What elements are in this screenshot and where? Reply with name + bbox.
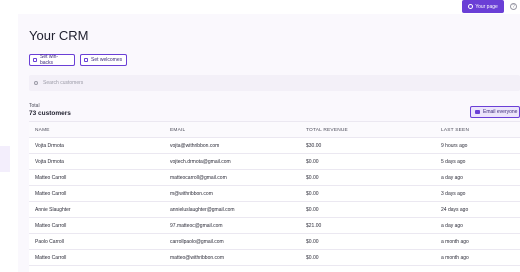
table-row[interactable]: Matteo Carroll 97.matteoc@gmail.com $21.…	[29, 218, 520, 234]
customer-name: Vojta Drmota	[35, 159, 64, 165]
customer-last-seen: a day ago	[441, 175, 463, 181]
customer-email: matteo@withribbon.com	[170, 255, 224, 261]
customer-revenue: $0.00	[306, 159, 319, 165]
customer-last-seen: a month ago	[441, 255, 469, 261]
customers-table: NAME EMAIL TOTAL REVENUE LAST SEEN Vojta…	[29, 121, 520, 272]
customer-email: vojtech.drmota@gmail.com	[170, 159, 231, 165]
table-row[interactable]: Matteo Carroll matteo@withribbon.com $0.…	[29, 250, 520, 266]
customer-last-seen: 3 days ago	[441, 191, 466, 197]
customer-revenue: $0.00	[306, 191, 319, 197]
customer-revenue: $21.00	[306, 223, 322, 229]
page-title: Your CRM	[29, 28, 89, 43]
your-page-label: Your page	[475, 3, 498, 10]
table-row[interactable]: Annie Slaughter annieluslaughter@gmail.c…	[29, 202, 520, 218]
email-everyone-button[interactable]: Email everyone	[470, 106, 520, 118]
welcomes-icon	[84, 58, 88, 62]
customer-last-seen: 24 days ago	[441, 207, 469, 213]
help-icon[interactable]: ?	[510, 3, 517, 10]
globe-icon	[468, 4, 474, 9]
customer-revenue: $0.00	[306, 255, 319, 261]
search-box	[29, 75, 520, 91]
winbacks-icon	[33, 58, 37, 62]
set-winbacks-button[interactable]: Set win-backs	[29, 54, 75, 66]
table-row[interactable]: Matteo Carroll m@withribbon.com $0.00 3 …	[29, 186, 520, 202]
your-page-button[interactable]: Your page	[462, 0, 504, 13]
table-row[interactable]: Vojta Drmota vojta@withribbon.com $30.00…	[29, 138, 520, 154]
customer-name: Matteo Carroll	[35, 175, 67, 181]
email-everyone-label: Email everyone	[483, 109, 518, 115]
header-last-seen[interactable]: LAST SEEN	[441, 122, 469, 138]
customer-revenue: $0.00	[306, 207, 319, 213]
search-icon	[34, 81, 38, 85]
set-winbacks-label: Set win-backs	[40, 54, 59, 66]
customer-email: vojta@withribbon.com	[170, 143, 220, 149]
customer-name: Matteo Carroll	[35, 223, 67, 229]
customer-email: 97.matteoc@gmail.com	[170, 223, 223, 229]
customer-name: Matteo Carroll	[35, 255, 67, 261]
table-header: NAME EMAIL TOTAL REVENUE LAST SEEN	[29, 122, 520, 138]
header-email[interactable]: EMAIL	[170, 122, 185, 138]
total-label: Total	[29, 103, 40, 109]
customer-email: matteocarroll@gmail.com	[170, 175, 227, 181]
mail-icon	[475, 110, 480, 114]
customer-email: annieluslaughter@gmail.com	[170, 207, 235, 213]
top-bar: Your page ?	[0, 0, 520, 14]
customer-last-seen: 5 days ago	[441, 159, 466, 165]
table-row[interactable]: Vojta Drmota vojtech.drmota@gmail.com $0…	[29, 154, 520, 170]
customer-name: Annie Slaughter	[35, 207, 71, 213]
customer-revenue: $0.00	[306, 175, 319, 181]
customer-name: Matteo Carroll	[35, 191, 67, 197]
customer-revenue: $30.00	[306, 143, 322, 149]
customer-email: m@withribbon.com	[170, 191, 213, 197]
header-name[interactable]: NAME	[35, 122, 50, 138]
customer-name: Vojta Drmota	[35, 143, 64, 149]
customer-email: carrollpaolo@gmail.com	[170, 239, 224, 245]
table-row[interactable]: Paolo Carroll carrollpaolo@gmail.com $0.…	[29, 234, 520, 250]
table-row[interactable]: Matteo Carroll matteocarroll@gmail.com $…	[29, 170, 520, 186]
customer-name: Paolo Carroll	[35, 239, 64, 245]
customer-last-seen: 9 hours ago	[441, 143, 468, 149]
main-panel: Your CRM Set win-backs Set welcomes Tota…	[18, 14, 520, 272]
set-welcomes-button[interactable]: Set welcomes	[80, 54, 127, 66]
header-total-revenue[interactable]: TOTAL REVENUE	[306, 122, 348, 138]
customer-last-seen: a day ago	[441, 223, 463, 229]
set-welcomes-label: Set welcomes	[91, 57, 123, 63]
search-input[interactable]	[43, 80, 109, 86]
sidebar-active-item[interactable]	[0, 146, 10, 172]
customer-revenue: $0.00	[306, 239, 319, 245]
customer-last-seen: a month ago	[441, 239, 469, 245]
customer-count: 73 customers	[29, 110, 71, 117]
